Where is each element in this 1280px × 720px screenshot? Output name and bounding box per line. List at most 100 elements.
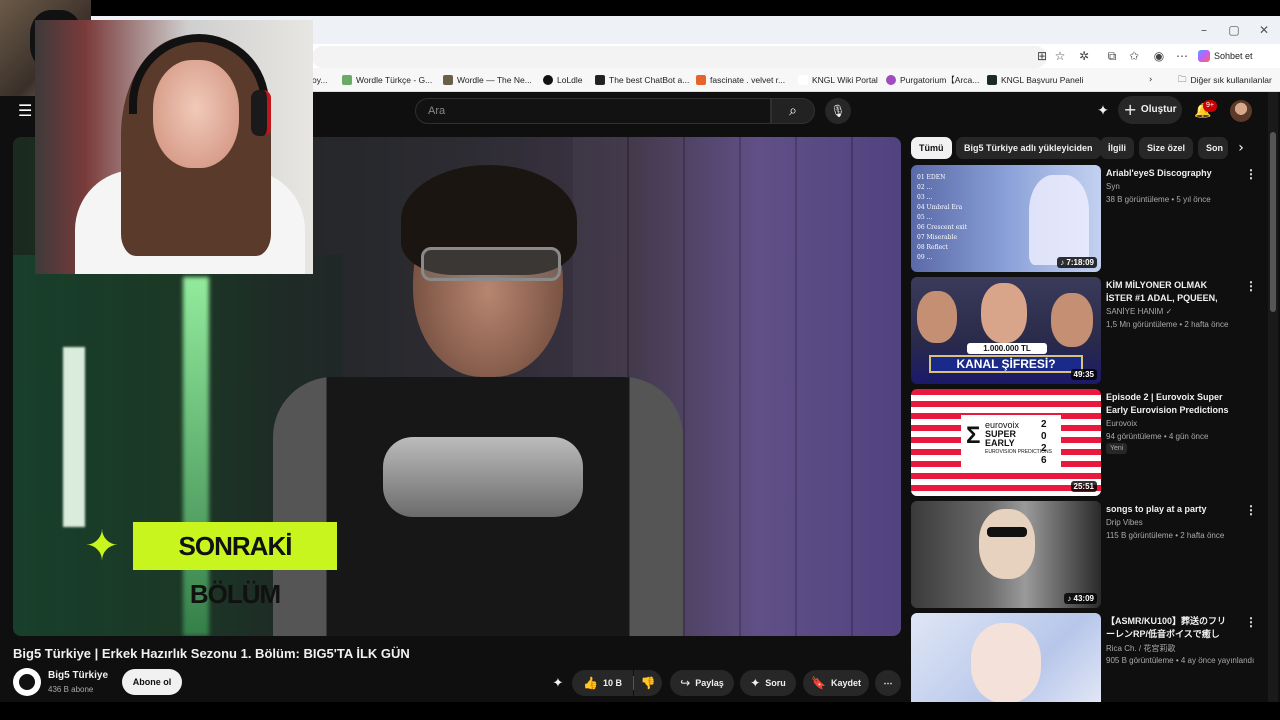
gemini-icon[interactable]: ✦ bbox=[1093, 101, 1113, 121]
video-thumbnail[interactable]: 1.000.000 TL KANAL ŞİFRESİ? 49:35 bbox=[911, 277, 1101, 384]
ask-label: Soru bbox=[765, 678, 786, 688]
more-icon: ⋯ bbox=[883, 678, 893, 688]
dislike-button[interactable]: 👎 bbox=[634, 670, 662, 696]
bookmark-item[interactable]: fascinate . velvet r... bbox=[696, 73, 785, 87]
video-thumbnail[interactable]: 01 EDEN 02 ... 03 ... 04 Umbral Era 05 ... 06… bbox=[911, 165, 1101, 272]
scrollbar-thumb[interactable] bbox=[1270, 132, 1276, 312]
video-thumbnail[interactable]: Σ eurovoix SUPER EARLY EUROVISION PREDIC… bbox=[911, 389, 1101, 496]
search-button[interactable]: ⌕ bbox=[771, 98, 815, 124]
maximize-button[interactable]: ▢ bbox=[1224, 22, 1244, 38]
user-avatar[interactable] bbox=[1230, 100, 1252, 122]
share-button[interactable]: ↪ Paylaş bbox=[670, 670, 734, 696]
address-bar[interactable] bbox=[312, 46, 1047, 68]
duration-badge: 25:51 bbox=[1070, 481, 1097, 492]
video-thumbnail[interactable]: ♪ 43:09 bbox=[911, 501, 1101, 608]
kebab-menu-icon[interactable]: ⋮ bbox=[1245, 279, 1257, 293]
chip-from-uploader[interactable]: Big5 Türkiye adlı yükleyiciden bbox=[956, 137, 1101, 159]
favorites-icon[interactable]: ✩ bbox=[1126, 48, 1142, 64]
gemini-spark-icon[interactable]: ✦ bbox=[549, 675, 567, 693]
bookmark-icon: 🔖 bbox=[811, 676, 826, 690]
voice-search-button[interactable]: 🎙 bbox=[825, 98, 851, 124]
rec-title[interactable]: songs to play at a party bbox=[1106, 503, 1234, 516]
page-scrollbar[interactable] bbox=[1268, 92, 1278, 702]
other-bookmarks-folder[interactable]: 🗀 Diğer sık kullanılanlar bbox=[1178, 73, 1272, 87]
split-screen-icon[interactable]: ⧉ bbox=[1104, 48, 1120, 64]
chevron-right-icon[interactable]: › bbox=[1232, 138, 1250, 158]
duration-badge: ♪ 7:18:09 bbox=[1057, 257, 1097, 268]
minimize-button[interactable]: – bbox=[1194, 22, 1214, 38]
rec-title[interactable]: KİM MİLYONER OLMAK İSTER #1 ADAL, PQUEEN… bbox=[1106, 279, 1234, 305]
rec-channel[interactable]: Rica Ch. / 花宮莉歌 bbox=[1106, 643, 1175, 654]
channel-avatar[interactable] bbox=[13, 668, 41, 696]
bookmark-item[interactable]: KNGL Başvuru Paneli bbox=[987, 73, 1083, 87]
folder-icon: 🗀 bbox=[1178, 75, 1187, 85]
video-thumbnail[interactable] bbox=[911, 613, 1101, 702]
bookmark-item[interactable]: Wordle Türkçe - G... bbox=[342, 73, 432, 87]
chip-for-you[interactable]: Size özel bbox=[1139, 137, 1194, 159]
chip-related[interactable]: İlgili bbox=[1100, 137, 1134, 159]
create-button[interactable]: + Oluştur bbox=[1118, 96, 1182, 124]
favicon bbox=[886, 75, 896, 85]
background-light bbox=[63, 347, 85, 527]
rec-title[interactable]: Ariabl'eyeS Discography bbox=[1106, 167, 1234, 180]
profile-icon[interactable]: ◉ bbox=[1151, 48, 1167, 64]
thumbnail-sunglasses bbox=[987, 527, 1027, 537]
streamer-webcam-overlay bbox=[35, 20, 313, 274]
chip-all[interactable]: Tümü bbox=[911, 137, 952, 159]
shirt-logo bbox=[383, 437, 583, 517]
bookmark-item[interactable]: oy... bbox=[312, 73, 327, 87]
favicon bbox=[595, 75, 605, 85]
video-title: Big5 Türkiye | Erkek Hazırlık Sezonu 1. … bbox=[13, 646, 410, 661]
duration-badge: 49:35 bbox=[1070, 369, 1097, 380]
rec-title[interactable]: 【ASMR/KU100】葬送のフリーレンRP/低音ボイスで癒しの... bbox=[1106, 615, 1234, 641]
subscribe-button[interactable]: Abone ol bbox=[122, 669, 182, 695]
rec-channel[interactable]: Syn bbox=[1106, 182, 1120, 191]
favorite-star-icon[interactable]: ☆ bbox=[1052, 48, 1068, 64]
more-menu-icon[interactable]: ⋯ bbox=[1174, 48, 1190, 64]
bookmark-item[interactable]: Wordle — The Ne... bbox=[443, 73, 532, 87]
thumbnail-text: 1.000.000 TL bbox=[967, 343, 1047, 354]
extensions-icon[interactable]: ✲ bbox=[1076, 48, 1092, 64]
thumbnail-year: 2026 bbox=[1041, 419, 1047, 466]
next-episode-banner[interactable]: SONRAKİ BÖLÜM bbox=[133, 522, 337, 609]
more-actions-button[interactable]: ⋯ bbox=[875, 670, 901, 696]
channel-name[interactable]: Big5 Türkiye bbox=[48, 670, 108, 681]
list-item[interactable]: Σ eurovoix SUPER EARLY EUROVISION PREDIC… bbox=[911, 389, 1256, 496]
copilot-label: Sohbet et bbox=[1214, 51, 1253, 61]
menu-icon[interactable]: ☰ bbox=[18, 102, 36, 120]
favicon bbox=[342, 75, 352, 85]
kebab-menu-icon[interactable]: ⋮ bbox=[1245, 167, 1257, 181]
rec-channel[interactable]: SANİYE HANIM ✓ bbox=[1106, 307, 1172, 316]
bookmark-item[interactable]: Purgatorium【Arca... bbox=[886, 73, 979, 87]
app-available-icon[interactable]: ⊞ bbox=[1034, 48, 1050, 64]
close-window-button[interactable]: ✕ bbox=[1254, 22, 1274, 38]
list-item[interactable]: 【ASMR/KU100】葬送のフリーレンRP/低音ボイスで癒しの... Rica… bbox=[911, 613, 1256, 702]
rec-channel[interactable]: Drip Vibes bbox=[1106, 518, 1143, 527]
rec-meta: 94 görüntüleme • 4 gün önce bbox=[1106, 432, 1209, 441]
kebab-menu-icon[interactable]: ⋮ bbox=[1245, 615, 1256, 629]
bookmarks-overflow-chevron-icon[interactable]: › bbox=[1149, 73, 1152, 87]
bookmark-item[interactable]: The best ChatBot a... bbox=[595, 73, 689, 87]
search-input[interactable]: Ara bbox=[415, 98, 771, 124]
like-button[interactable]: 👍 10 B bbox=[572, 670, 633, 696]
bookmark-item[interactable]: KNGL Wiki Portal bbox=[798, 73, 878, 87]
copilot-chat-button[interactable]: Sohbet et bbox=[1198, 47, 1253, 65]
thumbnail-face bbox=[917, 291, 957, 343]
bookmark-item[interactable]: LoLdle bbox=[543, 73, 583, 87]
save-button[interactable]: 🔖 Kaydet bbox=[803, 670, 869, 696]
rec-channel[interactable]: Eurovoix bbox=[1106, 419, 1137, 428]
search-icon: ⌕ bbox=[789, 103, 797, 119]
ask-button[interactable]: ✦ Soru bbox=[740, 670, 796, 696]
plus-icon: + bbox=[1123, 100, 1137, 119]
list-item[interactable]: ♪ 43:09 songs to play at a party Drip Vi… bbox=[911, 501, 1257, 608]
duration-badge: ♪ 43:09 bbox=[1064, 593, 1097, 604]
favicon bbox=[696, 75, 706, 85]
rec-title[interactable]: Episode 2 | Eurovoix Super Early Eurovis… bbox=[1106, 391, 1234, 417]
list-item[interactable]: 01 EDEN 02 ... 03 ... 04 Umbral Era 05 ... 06… bbox=[911, 165, 1257, 272]
headset-icon bbox=[129, 34, 269, 114]
kebab-menu-icon[interactable]: ⋮ bbox=[1245, 503, 1257, 517]
copilot-icon bbox=[1198, 50, 1210, 62]
list-item[interactable]: 1.000.000 TL KANAL ŞİFRESİ? 49:35 KİM Mİ… bbox=[911, 277, 1257, 384]
favicon bbox=[543, 75, 553, 85]
chip-recent[interactable]: Son bbox=[1198, 137, 1228, 159]
